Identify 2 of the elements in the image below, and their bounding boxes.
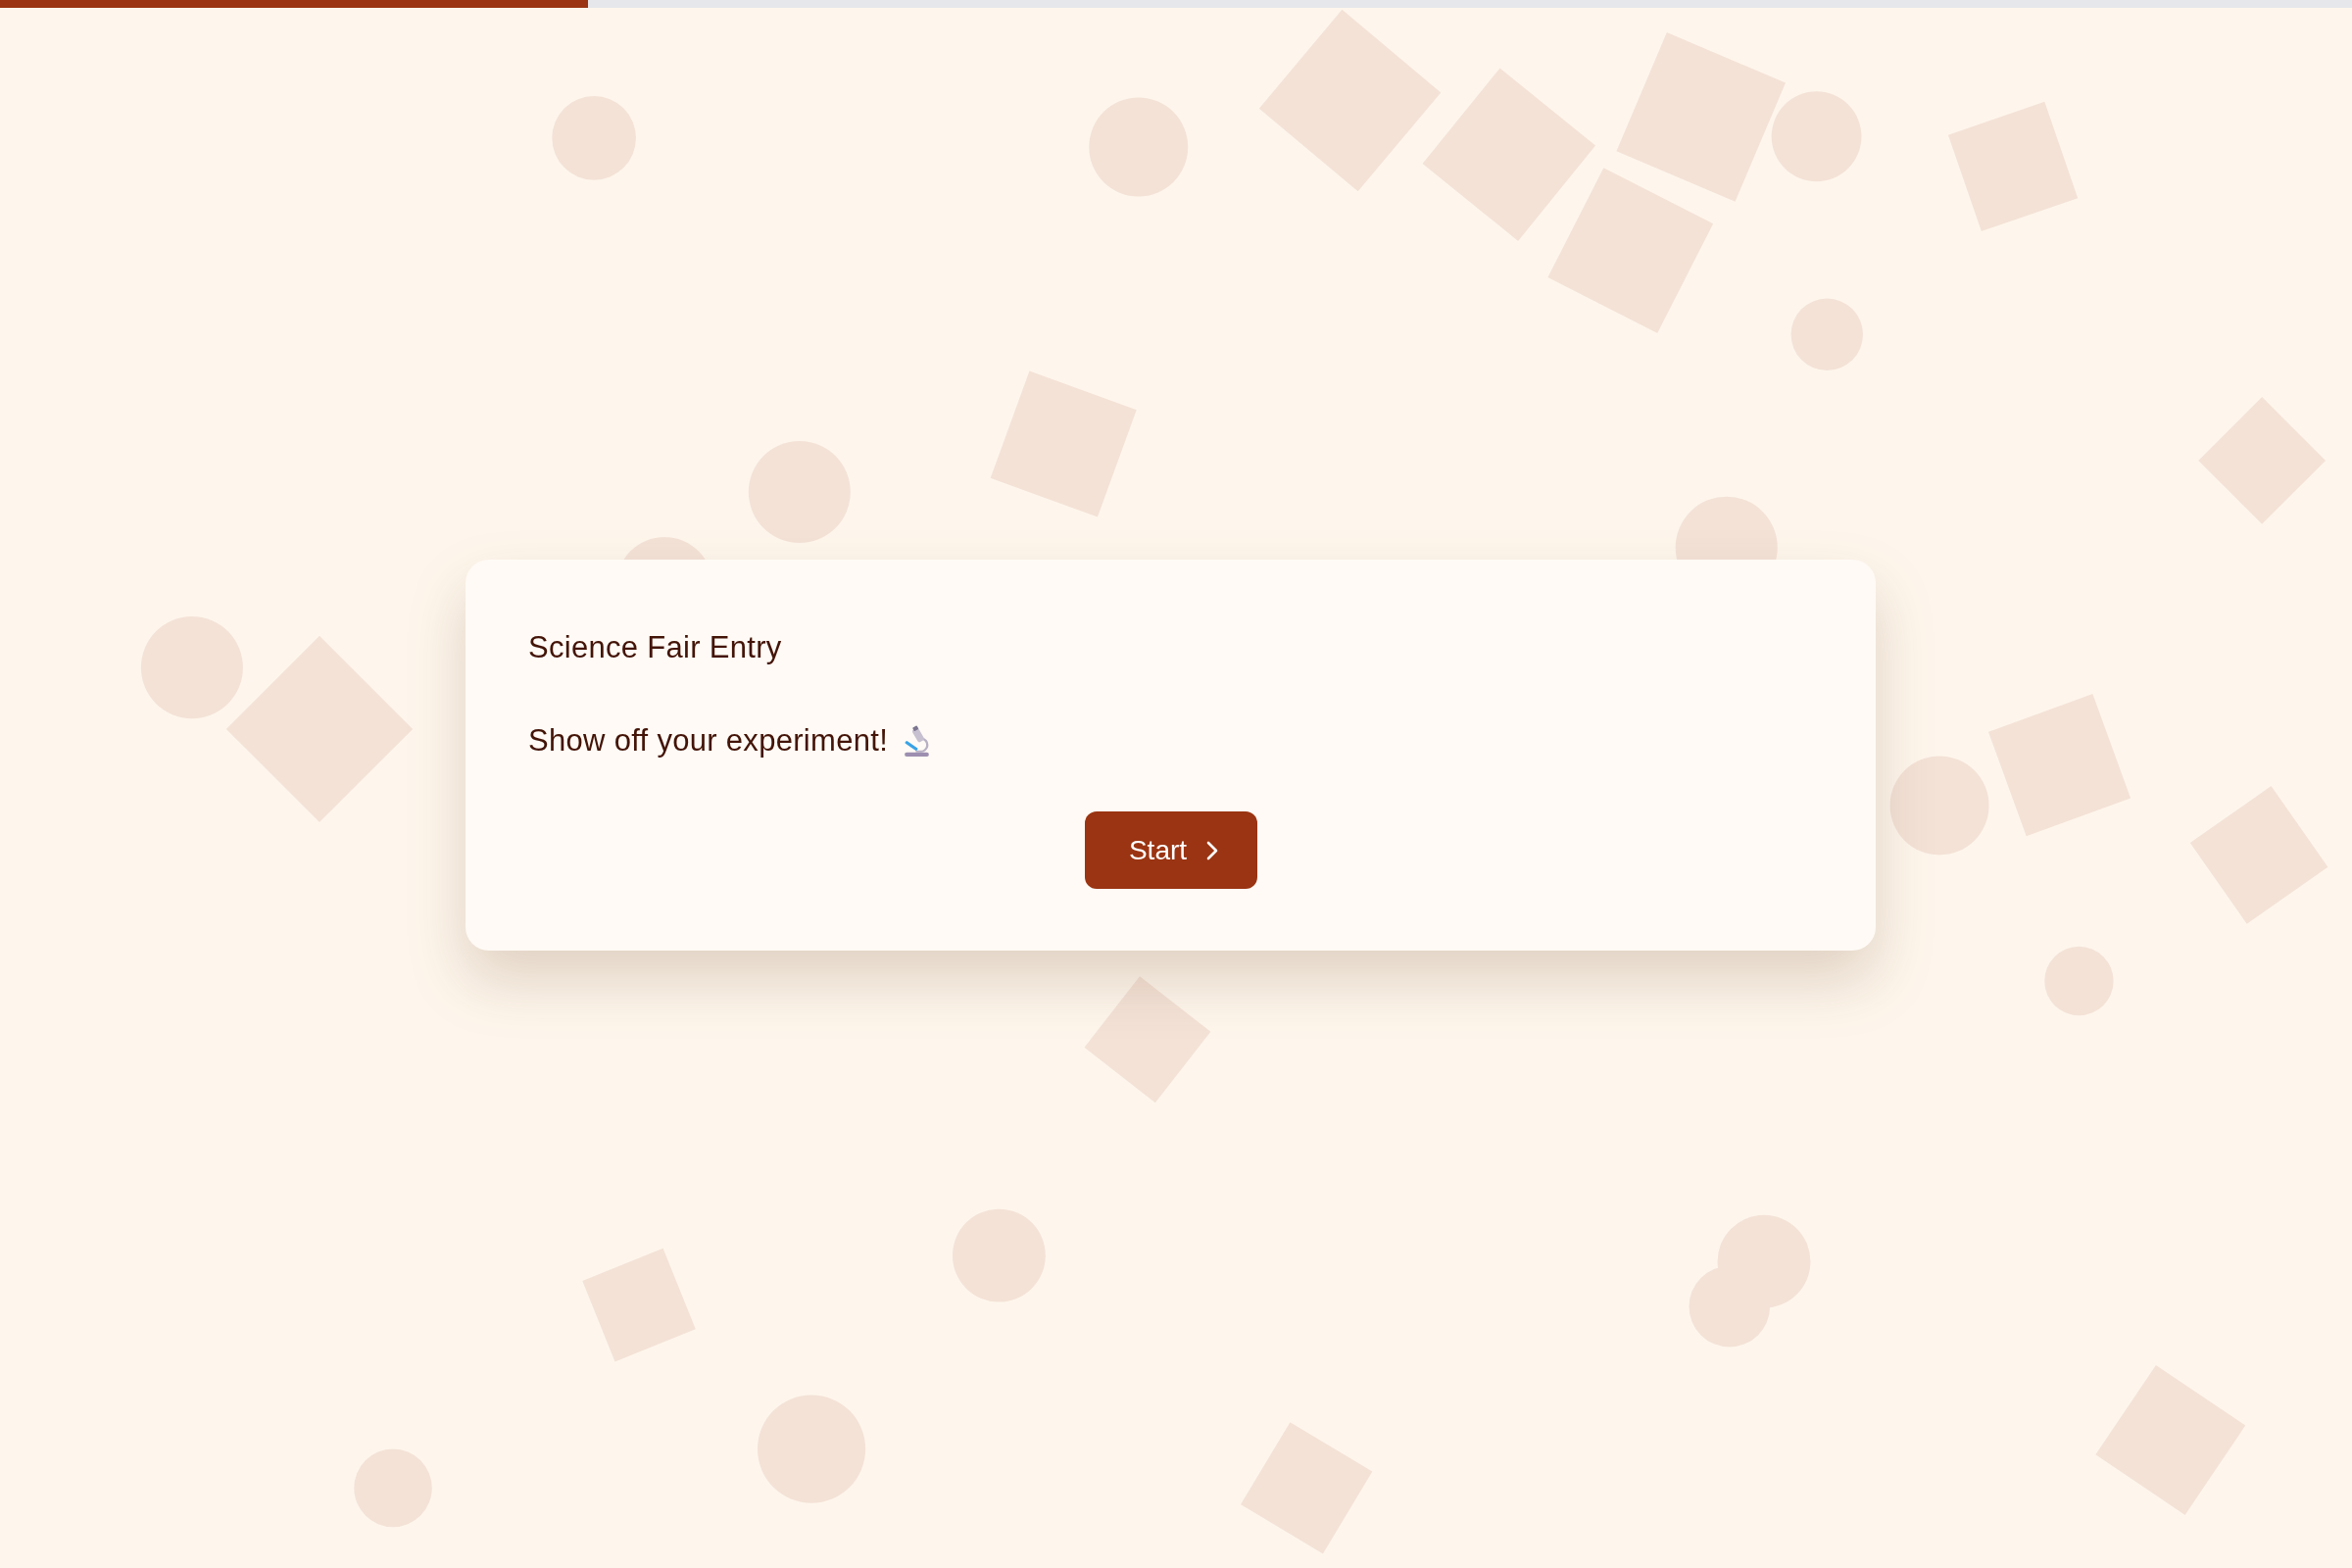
description-text: Show off your experiment!	[528, 723, 889, 759]
card-title: Science Fair Entry	[528, 630, 782, 665]
